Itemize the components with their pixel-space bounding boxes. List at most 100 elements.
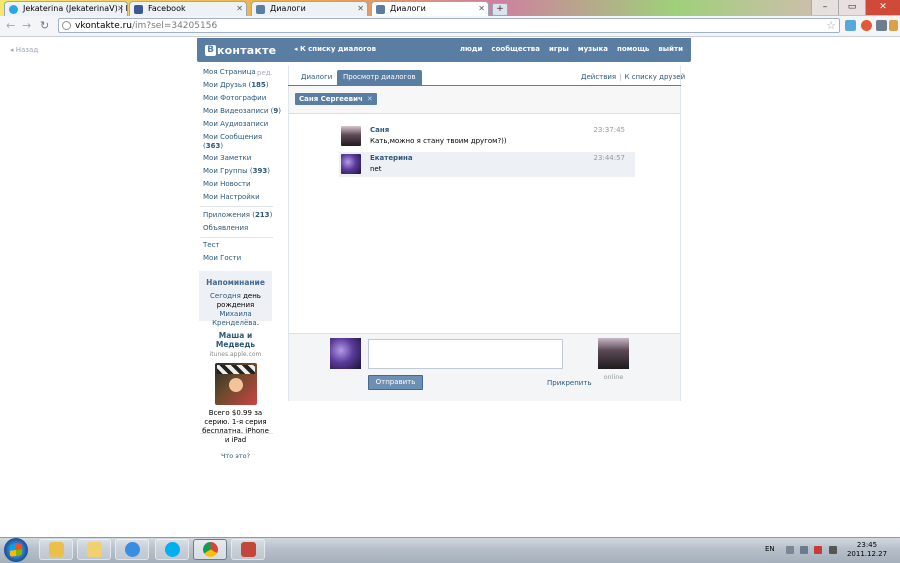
tab-label: Jekaterina (JekaterinaV) | Fo [23, 4, 128, 13]
nav-games[interactable]: игры [549, 45, 569, 53]
address-bar[interactable]: vkontakte.ru/im?sel=34205156 ☆ [58, 18, 840, 33]
menu-settings[interactable]: Мои Настройки [203, 193, 260, 202]
peer-avatar[interactable] [598, 338, 629, 369]
browser-tab-facebook[interactable]: Facebook ✕ [129, 1, 247, 16]
top-nav: люди сообщества игры музыка помощь выйти [451, 45, 683, 53]
message-row[interactable]: Саня Кать,можно я стану твоим другом?)) … [339, 124, 635, 149]
close-tab-icon[interactable]: ✕ [357, 2, 364, 16]
send-button[interactable]: Отправить [368, 375, 423, 390]
minimize-button[interactable]: – [811, 0, 838, 15]
message-author[interactable]: Саня [370, 126, 389, 134]
vk-logo[interactable]: B контакте [205, 44, 276, 57]
reminder-person-link[interactable]: Михаила Кренделёва [212, 310, 257, 327]
close-window-button[interactable]: ✕ [865, 0, 900, 15]
menu-label: Мои Сообщения [203, 133, 263, 141]
to-friends-list-link[interactable]: К списку друзей [625, 73, 686, 81]
message-row[interactable]: Екатерина net 23:44:57 [339, 152, 635, 177]
menu-label: Мои Настройки [203, 193, 260, 201]
tab-view-dialogs[interactable]: Просмотр диалогов [337, 70, 422, 86]
extension-icon[interactable] [845, 20, 856, 31]
page-icon [62, 21, 71, 30]
menu-photos[interactable]: Мои Фотографии [203, 94, 266, 103]
close-tab-icon[interactable]: ✕ [117, 2, 124, 16]
taskbar-app[interactable] [231, 539, 265, 560]
url-text[interactable]: vkontakte.ru/im?sel=34205156 [75, 20, 217, 32]
browser-tab-strip: Jekaterina (JekaterinaV) | Fo ✕ Facebook… [0, 0, 900, 16]
reminder-title: Напоминание [206, 278, 265, 287]
taskbar-chrome[interactable] [193, 539, 227, 560]
attach-link[interactable]: Прикрепить [547, 379, 592, 387]
menu-my-page[interactable]: Моя Страница [203, 68, 256, 77]
vk-logo-word: контакте [217, 44, 277, 57]
avatar[interactable] [341, 154, 361, 174]
menu-guests[interactable]: Мои Гости [203, 254, 241, 263]
start-button[interactable] [4, 538, 28, 562]
close-tab-icon[interactable]: ✕ [478, 2, 485, 16]
reload-icon[interactable]: ↻ [40, 19, 49, 32]
wrench-icon[interactable] [889, 20, 898, 31]
ad-block[interactable]: Маша и Медведь itunes.apple.com Всего $0… [199, 331, 272, 460]
message-input[interactable] [368, 339, 563, 369]
taskbar-skype[interactable] [155, 539, 189, 560]
tray-arrow-icon[interactable] [786, 546, 794, 554]
nav-logout[interactable]: выйти [658, 45, 683, 53]
new-tab-button[interactable]: + [492, 3, 508, 16]
menu-apps[interactable]: Приложения (213) [203, 211, 272, 220]
skype-icon [9, 5, 18, 14]
menu-ads[interactable]: Объявления [203, 224, 248, 233]
taskbar-ie[interactable] [115, 539, 149, 560]
nav-help[interactable]: помощь [617, 45, 649, 53]
browser-tab-dialogs[interactable]: Диалоги ✕ [251, 1, 368, 16]
nav-communities[interactable]: сообщества [491, 45, 540, 53]
tab-dialogs[interactable]: Диалоги [295, 70, 338, 86]
ad-what-is-this-link[interactable]: Что это? [199, 452, 272, 460]
tab-label: Facebook [148, 4, 186, 13]
message-author[interactable]: Екатерина [370, 154, 413, 162]
ad-title[interactable]: Маша и Медведь [199, 331, 272, 349]
taskbar-folder[interactable] [77, 539, 111, 560]
reminder-box: Напоминание Сегодня день рождения Михаил… [199, 271, 272, 327]
extension-icon[interactable] [861, 20, 872, 31]
browser-toolbar: ← → ↻ vkontakte.ru/im?sel=34205156 ☆ [0, 16, 900, 37]
menu-videos[interactable]: Мои Видеозаписи (9) [203, 107, 281, 116]
browser-tab-dialogs-active[interactable]: Диалоги ✕ [371, 1, 489, 16]
menu-messages[interactable]: Мои Сообщения (363) [203, 133, 262, 151]
volume-icon[interactable] [829, 546, 837, 554]
menu-friends[interactable]: Мои Друзья (185) [203, 81, 269, 90]
close-tab-icon[interactable]: ✕ [236, 2, 243, 16]
bookmark-star-icon[interactable]: ☆ [826, 19, 836, 32]
maximize-button[interactable]: ▭ [838, 0, 865, 15]
back-link[interactable]: ◂ Назад [10, 46, 38, 54]
browser-tab-skype[interactable]: Jekaterina (JekaterinaV) | Fo ✕ [4, 1, 128, 16]
language-indicator[interactable]: EN [765, 545, 775, 553]
nav-people[interactable]: люди [460, 45, 483, 53]
taskbar-explorer[interactable] [39, 539, 73, 560]
ad-image[interactable] [214, 363, 257, 405]
menu-test[interactable]: Тест [203, 241, 220, 250]
flag-icon[interactable] [814, 546, 822, 554]
clapperboard-icon [216, 365, 255, 374]
actions-link[interactable]: Действия [581, 73, 616, 81]
forward-arrow-icon[interactable]: → [22, 19, 31, 32]
edit-link[interactable]: ред. [257, 69, 273, 77]
menu-news[interactable]: Мои Новости [203, 180, 251, 189]
network-icon[interactable] [800, 546, 808, 554]
page-menu-icon[interactable] [876, 20, 887, 31]
window-controls: – ▭ ✕ [811, 0, 900, 16]
menu-notes[interactable]: Мои Заметки [203, 154, 251, 163]
menu-label: Объявления [203, 224, 249, 232]
remove-peer-icon[interactable]: ✕ [367, 95, 373, 103]
reminder-today-link[interactable]: Сегодня [210, 292, 241, 300]
menu-groups[interactable]: Мои Группы (393) [203, 167, 270, 176]
my-avatar[interactable] [330, 338, 361, 369]
system-clock[interactable]: 23:45 2011.12.27 [846, 541, 888, 559]
nav-music[interactable]: музыка [578, 45, 608, 53]
to-dialog-list-link[interactable]: ◂ К списку диалогов [294, 45, 376, 53]
vk-header: B контакте ◂ К списку диалогов люди сооб… [197, 38, 691, 62]
avatar[interactable] [341, 126, 361, 146]
menu-audio[interactable]: Мои Аудиозаписи [203, 120, 268, 129]
peer-token[interactable]: Саня Сергеевич ✕ [295, 93, 377, 105]
message-text: net [370, 165, 382, 173]
menu-count: 393 [252, 167, 268, 175]
back-arrow-icon[interactable]: ← [6, 19, 15, 32]
